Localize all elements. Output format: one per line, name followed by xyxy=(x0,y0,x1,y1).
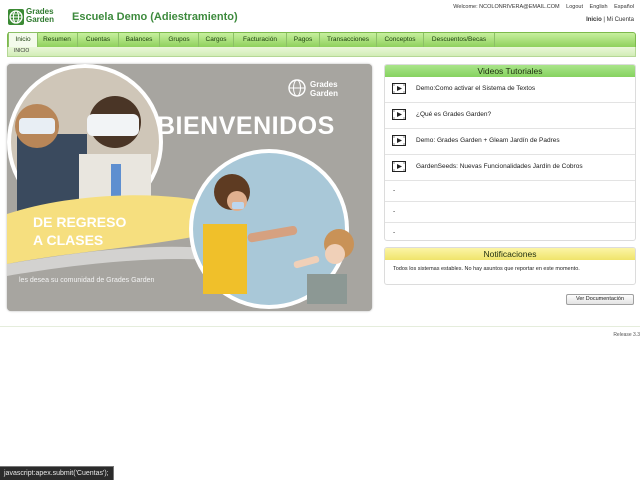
top-links: Welcome: NCOLONRIVERA@EMAIL.COM Logout E… xyxy=(448,4,634,10)
video-play-icon xyxy=(392,83,406,94)
empty-video-row: - xyxy=(385,202,635,223)
banner-line1: DE REGRESO xyxy=(33,214,127,230)
inicio-link[interactable]: Inicio xyxy=(586,17,602,23)
main-nav: Inicio Resumen Cuentas Balances Grupos C… xyxy=(7,32,636,48)
welcome-text: Welcome: NCOLONRIVERA@EMAIL.COM xyxy=(453,4,560,10)
english-link[interactable]: English xyxy=(590,4,608,10)
tab-cuentas[interactable]: Cuentas xyxy=(78,33,119,47)
banner-subtitle: les desea su comunidad de Grades Garden xyxy=(19,277,155,284)
videos-title: Videos Tutoriales xyxy=(385,65,635,77)
tab-inicio[interactable]: Inicio xyxy=(8,32,38,48)
video-item[interactable]: Demo: Grades Garden + Gleam Jardín de Pa… xyxy=(385,129,635,155)
grades-garden-logo[interactable]: Grades Garden xyxy=(8,8,62,26)
espanol-link[interactable]: Español xyxy=(614,4,634,10)
video-item[interactable]: ¿Qué es Grades Garden? xyxy=(385,103,635,129)
video-play-icon xyxy=(392,161,406,172)
video-link[interactable]: GardenSeeds: Nuevas Funcionalidades Jard… xyxy=(416,163,583,170)
video-item[interactable]: Demo:Como activar el Sistema de Textos xyxy=(385,77,635,103)
logo-line2: Garden xyxy=(26,15,55,24)
mi-cuenta-link[interactable]: Mi Cuenta xyxy=(607,17,634,23)
logo-text: Grades Garden xyxy=(26,8,54,24)
empty-video-row: - xyxy=(385,181,635,202)
welcome-banner: Grades Garden BIENVENIDOS DE REGRESO A C… xyxy=(7,64,372,311)
browser-status-bar: javascript:apex.submit('Cuentas'); xyxy=(0,466,114,480)
view-documentation-button[interactable]: Ver Documentación xyxy=(566,294,634,305)
banner-logo-text: Grades Garden xyxy=(310,80,338,98)
video-link[interactable]: ¿Qué es Grades Garden? xyxy=(416,111,491,118)
videos-panel: Videos Tutoriales Demo:Como activar el S… xyxy=(384,64,636,241)
banner-artwork xyxy=(7,64,372,311)
tab-cargos[interactable]: Cargos xyxy=(199,33,234,47)
banner-logo-line1: Grades xyxy=(310,80,338,89)
video-play-icon xyxy=(392,109,406,120)
tab-conceptos[interactable]: Conceptos xyxy=(377,33,424,47)
tab-transacciones[interactable]: Transacciones xyxy=(320,33,377,47)
empty-marker: - xyxy=(393,208,396,215)
account-links: Inicio | Mi Cuenta xyxy=(586,17,634,23)
breadcrumb-inicio[interactable]: INICIO xyxy=(14,48,29,54)
logout-link[interactable]: Logout xyxy=(566,4,583,10)
tab-pagos[interactable]: Pagos xyxy=(287,33,320,47)
tab-facturacion[interactable]: Facturación xyxy=(234,33,287,47)
release-version: Release 3.3 xyxy=(613,332,640,338)
empty-marker: - xyxy=(393,229,396,236)
notifications-title: Notificaciones xyxy=(385,248,635,260)
tab-resumen[interactable]: Resumen xyxy=(37,33,78,47)
tab-grupos[interactable]: Grupos xyxy=(160,33,199,47)
breadcrumb: INICIO xyxy=(7,47,636,57)
empty-video-row: - xyxy=(385,223,635,240)
tab-balances[interactable]: Balances xyxy=(119,33,160,47)
notifications-text: Todos los sistemas estables. No hay asun… xyxy=(393,266,580,272)
banner-line2: A CLASES xyxy=(33,232,104,248)
banner-logo-line2: Garden xyxy=(310,89,339,98)
link-separator: | xyxy=(603,17,605,23)
tab-descuentos-becas[interactable]: Descuentos/Becas xyxy=(424,33,495,47)
school-name: Escuela Demo (Adiestramiento) xyxy=(72,11,238,23)
video-link[interactable]: Demo:Como activar el Sistema de Textos xyxy=(416,85,535,92)
video-link[interactable]: Demo: Grades Garden + Gleam Jardín de Pa… xyxy=(416,137,560,144)
video-item[interactable]: GardenSeeds: Nuevas Funcionalidades Jard… xyxy=(385,155,635,181)
notifications-panel: Notificaciones Todos los sistemas establ… xyxy=(384,247,636,285)
header: Grades Garden Escuela Demo (Adiestramien… xyxy=(0,0,640,32)
empty-marker: - xyxy=(393,187,396,194)
globe-icon xyxy=(8,9,24,25)
banner-title: BIENVENIDOS xyxy=(157,112,335,140)
footer-divider xyxy=(0,326,640,327)
video-play-icon xyxy=(392,135,406,146)
